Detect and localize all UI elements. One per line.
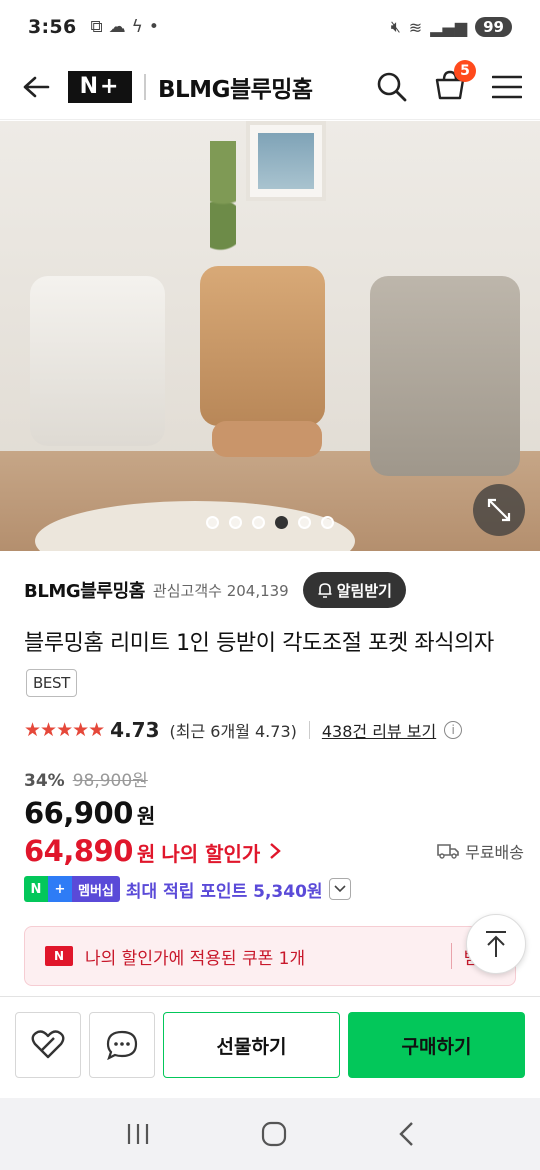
chat-button[interactable] bbox=[89, 1012, 155, 1078]
review-link[interactable]: 438건 리뷰 보기 bbox=[322, 718, 436, 742]
carousel-dot[interactable] bbox=[298, 516, 311, 529]
shipping-info: 무료배송 bbox=[437, 839, 524, 863]
chat-bubble-icon bbox=[106, 1030, 138, 1060]
image-wall-frame bbox=[246, 121, 326, 201]
store-title[interactable]: BLMG블루밍홈 bbox=[158, 70, 313, 104]
rating-stars: ★★★★★ bbox=[24, 719, 105, 741]
points-expand-button[interactable] bbox=[328, 878, 351, 900]
coupon-banner[interactable]: N 나의 할인가에 적용된 쿠폰 1개 받기 bbox=[24, 926, 516, 986]
status-notification-icons: ⧉ ☁ ϟ • bbox=[90, 17, 158, 37]
discount-row: 34% 98,900원 bbox=[24, 766, 148, 791]
cloud-icon: ☁ bbox=[108, 17, 126, 37]
rating-divider bbox=[308, 721, 310, 739]
rating-row: ★★★★★ 4.73 (최근 6개월 4.73) 438건 리뷰 보기 i bbox=[24, 714, 524, 746]
points-row: N + 멤버십 최대 적립 포인트 5,340원 bbox=[24, 876, 351, 902]
my-price-currency: 원 bbox=[136, 842, 156, 866]
my-price-label[interactable]: 나의 할인가 bbox=[161, 838, 260, 867]
product-title: 블루밍홈 리미트 1인 등받이 각도조절 포켓 좌식의자 BEST bbox=[24, 624, 514, 704]
mute-icon: 🔇︎ bbox=[390, 17, 401, 36]
bell-plus-icon bbox=[318, 583, 332, 598]
heart-icon bbox=[31, 1030, 65, 1059]
dot-icon: • bbox=[148, 17, 159, 37]
follow-button-label: 알림받기 bbox=[336, 581, 392, 600]
my-price-row: 64,890 원 나의 할인가 무료배송 bbox=[24, 834, 524, 868]
image-chair-white bbox=[30, 276, 165, 446]
rating-score: 4.73 bbox=[110, 718, 160, 742]
status-time: 3:56 bbox=[28, 16, 77, 38]
rating-recent: (최근 6개월 4.73) bbox=[169, 722, 297, 741]
home-icon[interactable] bbox=[261, 1121, 287, 1147]
coupon-icon: N bbox=[45, 946, 73, 966]
status-bar: 3:56 ⧉ ☁ ϟ • 🔇︎ ≋ ▂▄▆ 99 bbox=[0, 0, 540, 54]
flash-icon: ϟ bbox=[131, 17, 143, 37]
android-nav-bar bbox=[0, 1098, 540, 1170]
search-icon[interactable] bbox=[376, 71, 408, 103]
coupon-divider bbox=[450, 943, 452, 969]
naver-plus-logo[interactable]: N+ bbox=[68, 70, 132, 103]
naver-membership-badge: N + 멤버십 bbox=[24, 876, 120, 902]
image-chair-grey bbox=[370, 276, 520, 476]
carousel-dot[interactable] bbox=[252, 516, 265, 529]
battery-level: 99 bbox=[475, 17, 512, 37]
followers-count: 관심고객수 204,139 bbox=[152, 581, 289, 600]
bottom-action-bar: 선물하기 구매하기 bbox=[0, 996, 540, 1098]
sale-price-row: 66,900 원 bbox=[24, 796, 155, 830]
truck-icon bbox=[437, 844, 459, 859]
cart-count-badge: 5 bbox=[454, 59, 476, 82]
max-points-text: 최대 적립 포인트 5,340원 bbox=[125, 881, 323, 902]
sale-price: 66,900 bbox=[24, 796, 133, 830]
carousel-dot[interactable] bbox=[275, 516, 288, 529]
chevron-down-icon bbox=[333, 885, 346, 893]
my-discount-price[interactable]: 64,890 bbox=[24, 834, 133, 868]
arrow-left-icon bbox=[23, 76, 50, 97]
chevron-right-icon[interactable] bbox=[268, 841, 282, 861]
cart-button[interactable]: 5 bbox=[434, 59, 476, 104]
coupon-text: 나의 할인가에 적용된 쿠폰 1개 bbox=[85, 948, 306, 969]
back-nav-icon[interactable] bbox=[397, 1121, 415, 1147]
follow-button[interactable]: 알림받기 bbox=[302, 572, 406, 608]
carousel-dot[interactable] bbox=[229, 516, 242, 529]
screenshot-icon: ⧉ bbox=[90, 17, 103, 37]
header-divider bbox=[144, 73, 146, 100]
store-info-row: BLMG블루밍홈 관심고객수 204,139 알림받기 bbox=[24, 570, 524, 610]
signal-icon: ▂▄▆ bbox=[430, 17, 468, 37]
discount-rate: 34% bbox=[24, 771, 65, 791]
shipping-label: 무료배송 bbox=[465, 843, 524, 862]
top-header: N+ BLMG블루밍홈 5 bbox=[0, 54, 540, 120]
carousel-dots bbox=[0, 516, 540, 529]
buy-button[interactable]: 구매하기 bbox=[348, 1012, 525, 1078]
product-title-text: 블루밍홈 리미트 1인 등받이 각도조절 포켓 좌식의자 bbox=[24, 631, 494, 656]
image-pillow bbox=[212, 421, 322, 457]
gift-button[interactable]: 선물하기 bbox=[163, 1012, 340, 1078]
carousel-dot[interactable] bbox=[206, 516, 219, 529]
wifi-icon: ≋ bbox=[408, 17, 423, 37]
status-system-icons: 🔇︎ ≋ ▂▄▆ 99 bbox=[391, 17, 512, 37]
best-badge: BEST bbox=[26, 669, 77, 697]
wishlist-button[interactable] bbox=[15, 1012, 81, 1078]
product-image-carousel[interactable] bbox=[0, 121, 540, 551]
info-icon[interactable]: i bbox=[444, 721, 463, 739]
sale-price-currency: 원 bbox=[136, 804, 156, 828]
badge-plus: + bbox=[48, 876, 72, 902]
badge-n: N bbox=[24, 876, 48, 902]
original-price: 98,900원 bbox=[72, 771, 148, 791]
carousel-dot[interactable] bbox=[321, 516, 334, 529]
recent-apps-icon[interactable] bbox=[125, 1122, 151, 1146]
image-chair-tan bbox=[200, 266, 325, 426]
scroll-to-top-button[interactable] bbox=[466, 914, 526, 974]
image-plant bbox=[210, 141, 236, 281]
back-button[interactable] bbox=[18, 69, 54, 105]
badge-membership: 멤버십 bbox=[72, 876, 120, 902]
arrow-up-icon bbox=[486, 931, 506, 957]
store-name[interactable]: BLMG블루밍홈 bbox=[24, 577, 145, 603]
menu-icon[interactable] bbox=[492, 75, 522, 99]
